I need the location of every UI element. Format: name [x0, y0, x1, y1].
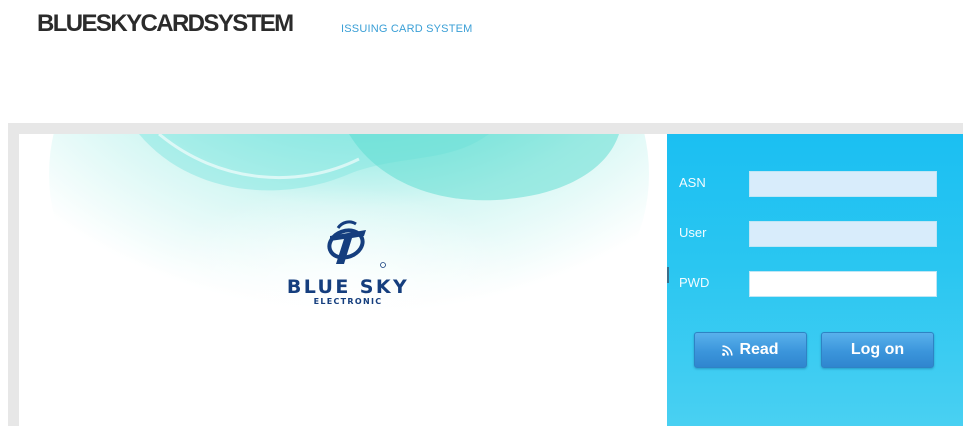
user-label: User — [679, 225, 707, 240]
brand-name: BLUE SKY — [286, 276, 410, 298]
app-title: BLUESKYCARDSYSTEM — [37, 10, 294, 37]
brand-subtitle: ELECTRONIC — [313, 297, 383, 306]
field-marker — [667, 267, 669, 283]
rss-icon — [722, 344, 734, 356]
pwd-label: PWD — [679, 275, 710, 290]
user-input[interactable] — [749, 221, 937, 247]
login-panel: ASN User PWD Read Log on — [667, 134, 963, 426]
banner: BLUE SKY ELECTRONIC — [19, 134, 667, 426]
read-button[interactable]: Read — [694, 332, 807, 368]
header: BLUESKYCARDSYSTEM ISSUING CARD SYSTEM — [0, 0, 963, 60]
asn-label: ASN — [679, 175, 706, 190]
app-subtitle: ISSUING CARD SYSTEM — [341, 23, 473, 35]
log-on-button-label: Log on — [850, 341, 905, 358]
read-button-label: Read — [739, 341, 779, 358]
log-on-button[interactable]: Log on — [821, 332, 934, 368]
pwd-input[interactable] — [749, 271, 937, 297]
asn-input[interactable] — [749, 171, 937, 197]
